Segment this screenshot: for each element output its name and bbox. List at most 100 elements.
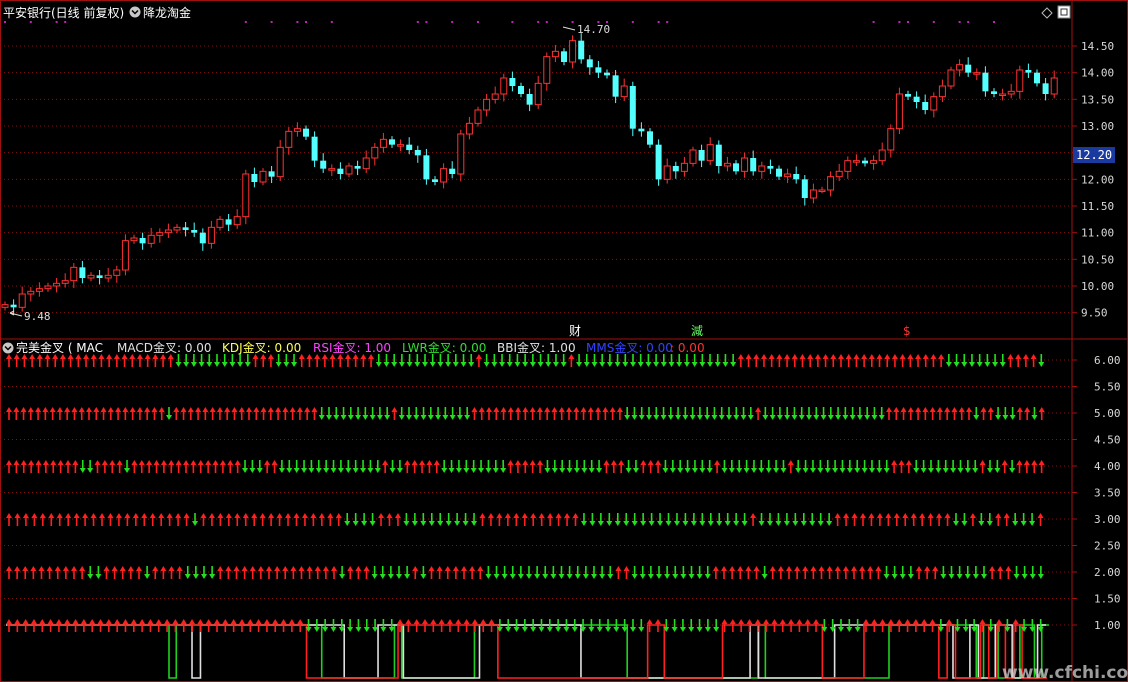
candle[interactable] [156, 228, 164, 243]
candle[interactable] [982, 66, 989, 97]
candle[interactable] [104, 267, 112, 283]
candle[interactable] [698, 144, 705, 168]
candle[interactable] [723, 156, 731, 172]
candle[interactable] [337, 162, 344, 180]
candle[interactable] [276, 139, 284, 181]
candle[interactable] [870, 155, 878, 170]
candle[interactable] [534, 75, 542, 109]
candle[interactable] [328, 164, 336, 177]
candle[interactable] [741, 152, 749, 178]
candle[interactable] [406, 137, 413, 155]
candle[interactable] [259, 168, 267, 186]
candle[interactable] [1016, 65, 1024, 99]
candle[interactable] [354, 160, 361, 176]
candle[interactable] [689, 146, 697, 167]
candle[interactable] [595, 60, 602, 78]
candle[interactable] [207, 220, 215, 249]
candle[interactable] [965, 57, 972, 77]
candle[interactable] [491, 86, 499, 104]
candle[interactable] [474, 106, 482, 127]
candle[interactable] [164, 223, 172, 238]
candle[interactable] [18, 286, 26, 312]
chevron-down-icon[interactable] [129, 6, 141, 18]
candle[interactable] [1034, 69, 1040, 87]
candle[interactable] [1042, 78, 1049, 101]
candle[interactable] [483, 94, 491, 117]
candle[interactable] [956, 59, 964, 77]
candle[interactable] [44, 282, 52, 292]
candle[interactable] [578, 33, 585, 64]
candle[interactable] [509, 71, 516, 92]
candle[interactable] [70, 263, 78, 289]
candle[interactable] [362, 150, 370, 173]
candle[interactable] [1050, 70, 1058, 99]
candle[interactable] [303, 125, 309, 140]
candle[interactable] [991, 88, 997, 98]
candle[interactable] [1, 301, 9, 311]
candle[interactable] [199, 228, 206, 251]
candle[interactable] [809, 183, 817, 204]
candle[interactable] [500, 73, 508, 102]
candle[interactable] [973, 68, 981, 81]
candlestick-series[interactable] [1, 33, 1058, 314]
candle[interactable] [121, 234, 129, 276]
candle[interactable] [844, 156, 852, 179]
candle[interactable] [620, 78, 628, 101]
candle[interactable] [913, 91, 920, 109]
candle[interactable] [87, 272, 95, 282]
candle[interactable] [191, 222, 198, 237]
candle[interactable] [440, 163, 448, 189]
candle[interactable] [35, 282, 43, 297]
candle[interactable] [784, 168, 792, 184]
candle[interactable] [733, 160, 739, 175]
candle[interactable] [526, 88, 533, 112]
candle[interactable] [930, 92, 938, 118]
candle[interactable] [818, 186, 826, 194]
candle[interactable] [414, 145, 421, 163]
candle[interactable] [113, 265, 121, 283]
candle[interactable] [561, 48, 567, 66]
candle[interactable] [750, 150, 757, 176]
candle[interactable] [251, 167, 258, 188]
candle[interactable] [96, 270, 103, 285]
candle[interactable] [293, 122, 301, 137]
candle[interactable] [225, 214, 232, 232]
candle[interactable] [672, 161, 679, 179]
candle[interactable] [604, 69, 610, 79]
candle[interactable] [182, 222, 189, 237]
candle[interactable] [27, 287, 35, 302]
candle[interactable] [371, 143, 379, 166]
candle[interactable] [389, 136, 395, 148]
candle[interactable] [457, 129, 465, 182]
stock-title[interactable]: 平安银行(日线 前复权) [3, 5, 124, 20]
candle[interactable] [999, 88, 1007, 101]
candle[interactable] [465, 116, 473, 140]
candle[interactable] [663, 158, 671, 184]
diamond-icon[interactable] [1041, 7, 1053, 19]
indicator-name[interactable]: 降龙淘金 [143, 5, 191, 20]
candle[interactable] [53, 278, 61, 293]
candle[interactable] [852, 154, 860, 166]
candle[interactable] [767, 159, 774, 174]
candle[interactable] [139, 232, 146, 250]
candle[interactable] [612, 70, 619, 104]
candle[interactable] [397, 139, 405, 152]
candle[interactable] [758, 161, 766, 179]
candle[interactable] [569, 35, 577, 69]
candle[interactable] [216, 216, 224, 231]
candle[interactable] [629, 81, 636, 137]
candle[interactable] [835, 163, 843, 181]
window-restore-icon[interactable] [1057, 5, 1071, 19]
candle[interactable] [285, 127, 293, 155]
candle[interactable] [320, 153, 327, 173]
candle[interactable] [1007, 83, 1015, 99]
candle[interactable] [586, 55, 593, 75]
candle[interactable] [432, 176, 438, 186]
candle[interactable] [715, 140, 722, 174]
candle[interactable] [423, 148, 430, 185]
candle[interactable] [379, 132, 387, 153]
candle[interactable] [827, 171, 835, 197]
chevron-down-icon[interactable] [2, 342, 14, 354]
candle[interactable] [130, 234, 138, 244]
candle[interactable] [61, 273, 69, 288]
